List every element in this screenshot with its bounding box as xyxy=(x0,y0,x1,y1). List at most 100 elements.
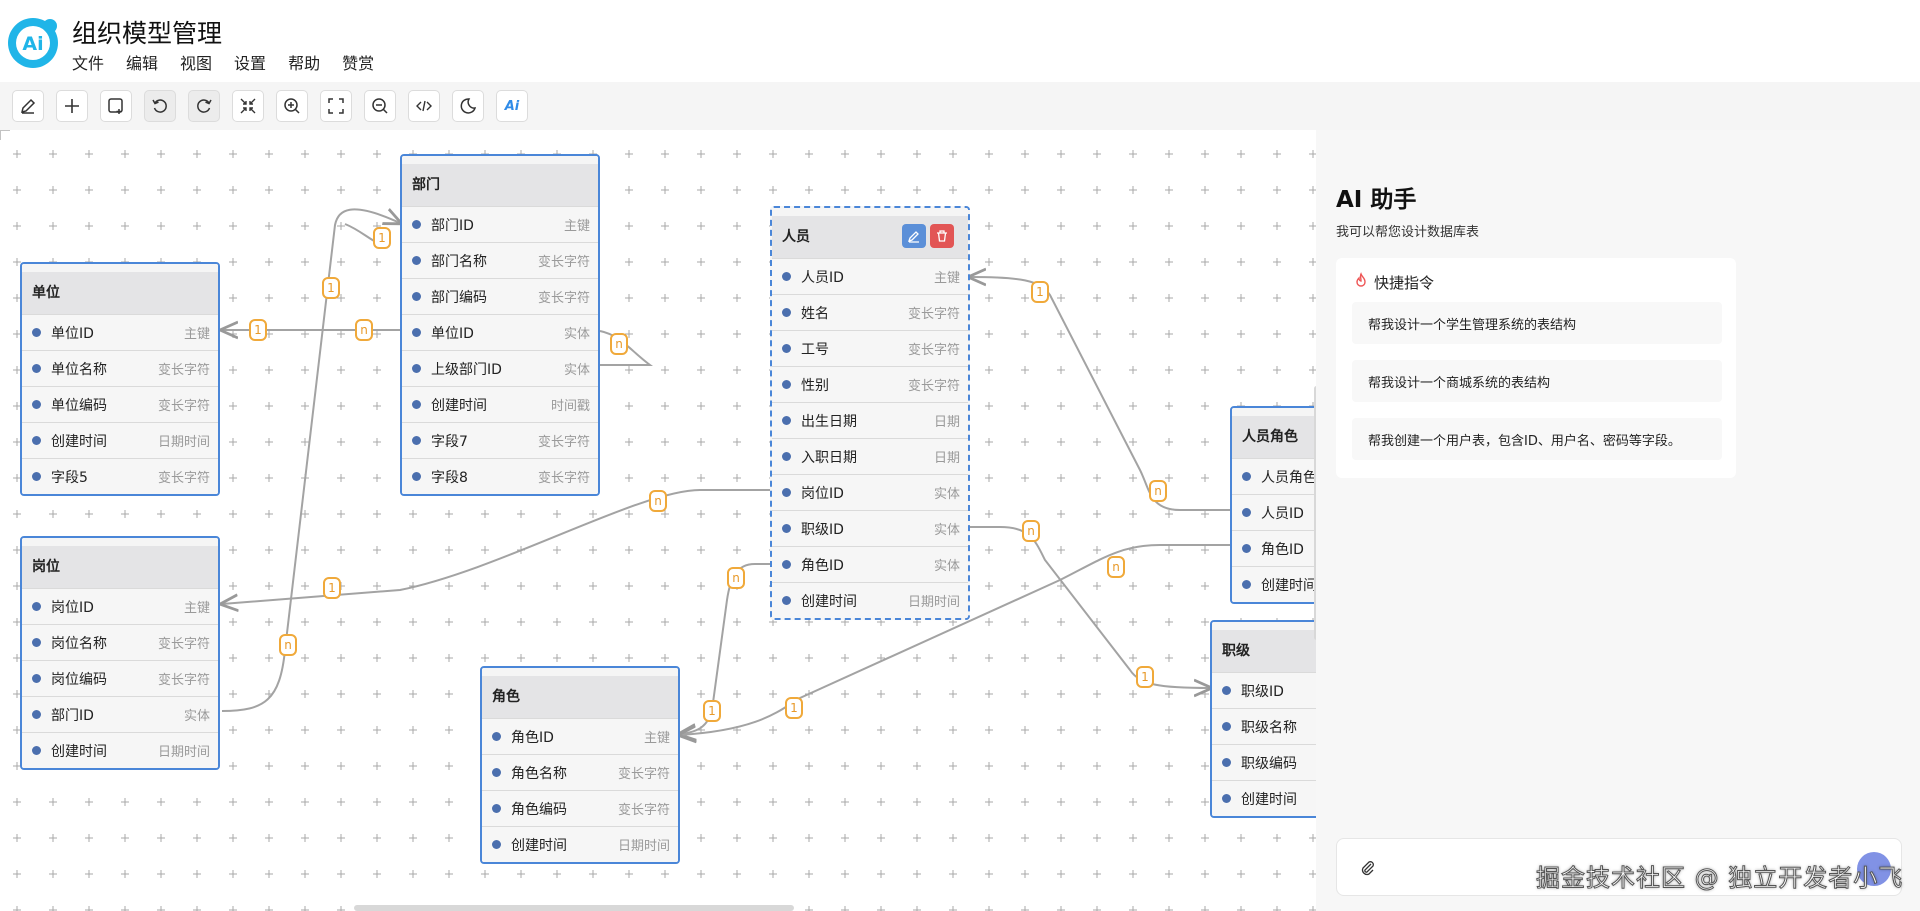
diagram-canvas[interactable]: 1 n 1 1 n n n 1 n 1 1 n n n 1 1 单位 单位ID 主… xyxy=(0,130,1316,911)
field-row[interactable]: 部门名称 变长字符 xyxy=(402,242,598,278)
port-dot[interactable] xyxy=(1222,686,1231,695)
field-row[interactable]: 职级ID xyxy=(1212,672,1316,708)
field-row[interactable]: 岗位名称 变长字符 xyxy=(22,624,218,660)
undo-button[interactable] xyxy=(144,90,176,122)
delete-table-button[interactable] xyxy=(930,224,954,248)
field-row[interactable]: 部门编码 变长字符 xyxy=(402,278,598,314)
field-row[interactable]: 单位ID 主键 xyxy=(22,314,218,350)
field-row[interactable]: 角色ID 主键 xyxy=(482,718,678,754)
port-dot[interactable] xyxy=(412,256,421,265)
field-row[interactable]: 入职日期 日期 xyxy=(772,438,968,474)
horizontal-scrollbar[interactable] xyxy=(354,905,794,911)
port-dot[interactable] xyxy=(32,400,41,409)
table-header[interactable]: 职级 xyxy=(1212,622,1316,672)
table-person[interactable]: 人员 人员ID 主键 姓名 变长字符 工号 变长字符 性别 变长字符 出生日期 日期 入职… xyxy=(770,206,970,620)
code-button[interactable] xyxy=(408,90,440,122)
field-row[interactable]: 创建时间 xyxy=(1232,566,1316,602)
add-button[interactable] xyxy=(56,90,88,122)
port-dot[interactable] xyxy=(1222,794,1231,803)
fit-view-button[interactable] xyxy=(232,90,264,122)
table-person-role[interactable]: 人员角色 人员角色 人员ID 角色ID 创建时间 xyxy=(1230,406,1316,604)
port-dot[interactable] xyxy=(412,220,421,229)
port-dot[interactable] xyxy=(782,416,791,425)
port-dot[interactable] xyxy=(492,840,501,849)
field-row[interactable]: 角色名称 变长字符 xyxy=(482,754,678,790)
table-header[interactable]: 部门 xyxy=(402,156,598,206)
field-row[interactable]: 人员角色 xyxy=(1232,458,1316,494)
table-rank[interactable]: 职级 职级ID 职级名称 职级编码 创建时间 xyxy=(1210,620,1316,818)
field-row[interactable]: 岗位ID 实体 xyxy=(772,474,968,510)
port-dot[interactable] xyxy=(32,436,41,445)
port-dot[interactable] xyxy=(32,710,41,719)
port-dot[interactable] xyxy=(492,768,501,777)
table-header[interactable]: 人员角色 xyxy=(1232,408,1316,458)
redo-button[interactable] xyxy=(188,90,220,122)
port-dot[interactable] xyxy=(32,328,41,337)
port-dot[interactable] xyxy=(492,804,501,813)
field-row[interactable]: 字段5 变长字符 xyxy=(22,458,218,494)
field-row[interactable]: 单位编码 变长字符 xyxy=(22,386,218,422)
zoom-out-button[interactable] xyxy=(364,90,396,122)
port-dot[interactable] xyxy=(782,488,791,497)
field-row[interactable]: 创建时间 日期时间 xyxy=(772,582,968,618)
port-dot[interactable] xyxy=(1242,544,1251,553)
port-dot[interactable] xyxy=(32,746,41,755)
menu-view[interactable]: 视图 xyxy=(180,50,212,74)
field-row[interactable]: 角色编码 变长字符 xyxy=(482,790,678,826)
field-row[interactable]: 工号 变长字符 xyxy=(772,330,968,366)
port-dot[interactable] xyxy=(782,308,791,317)
field-row[interactable]: 单位ID 实体 xyxy=(402,314,598,350)
field-row[interactable]: 上级部门ID 实体 xyxy=(402,350,598,386)
add-table-button[interactable] xyxy=(100,90,132,122)
menu-file[interactable]: 文件 xyxy=(72,50,104,74)
port-dot[interactable] xyxy=(412,400,421,409)
quick-command-item[interactable]: 帮我设计一个商城系统的表结构 xyxy=(1352,360,1722,402)
port-dot[interactable] xyxy=(1222,758,1231,767)
field-row[interactable]: 创建时间 日期时间 xyxy=(22,422,218,458)
zoom-in-button[interactable] xyxy=(276,90,308,122)
table-header[interactable]: 人员 xyxy=(772,208,968,258)
table-post[interactable]: 岗位 岗位ID 主键 岗位名称 变长字符 岗位编码 变长字符 部门ID 实体 创建时间日… xyxy=(20,536,220,770)
table-header[interactable]: 角色 xyxy=(482,668,678,718)
edit-button[interactable] xyxy=(12,90,44,122)
field-row[interactable]: 创建时间 日期时间 xyxy=(482,826,678,862)
field-row[interactable]: 单位名称 变长字符 xyxy=(22,350,218,386)
port-dot[interactable] xyxy=(492,732,501,741)
port-dot[interactable] xyxy=(412,472,421,481)
port-dot[interactable] xyxy=(782,524,791,533)
field-row[interactable]: 角色ID 实体 xyxy=(772,546,968,582)
port-dot[interactable] xyxy=(1242,508,1251,517)
port-dot[interactable] xyxy=(412,328,421,337)
port-dot[interactable] xyxy=(32,472,41,481)
ai-button[interactable]: Ai xyxy=(496,90,528,122)
field-row[interactable]: 字段7 变长字符 xyxy=(402,422,598,458)
table-header[interactable]: 岗位 xyxy=(22,538,218,588)
table-role[interactable]: 角色 角色ID 主键 角色名称 变长字符 角色编码 变长字符 创建时间 日期时间 xyxy=(480,666,680,864)
field-row[interactable]: 创建时间 时间戳 xyxy=(402,386,598,422)
field-row[interactable]: 部门ID 实体 xyxy=(22,696,218,732)
field-row[interactable]: 职级ID 实体 xyxy=(772,510,968,546)
field-row[interactable]: 职级编码 xyxy=(1212,744,1316,780)
port-dot[interactable] xyxy=(782,452,791,461)
port-dot[interactable] xyxy=(1242,472,1251,481)
port-dot[interactable] xyxy=(1222,722,1231,731)
table-header[interactable]: 单位 xyxy=(22,264,218,314)
port-dot[interactable] xyxy=(782,272,791,281)
port-dot[interactable] xyxy=(32,364,41,373)
field-row[interactable]: 岗位ID 主键 xyxy=(22,588,218,624)
port-dot[interactable] xyxy=(782,560,791,569)
dark-mode-button[interactable] xyxy=(452,90,484,122)
field-row[interactable]: 出生日期 日期 xyxy=(772,402,968,438)
port-dot[interactable] xyxy=(412,364,421,373)
menu-edit[interactable]: 编辑 xyxy=(126,50,158,74)
field-row[interactable]: 岗位编码 变长字符 xyxy=(22,660,218,696)
field-row[interactable]: 职级名称 xyxy=(1212,708,1316,744)
quick-command-item[interactable]: 帮我创建一个用户表，包含ID、用户名、密码等字段。 xyxy=(1352,418,1722,460)
port-dot[interactable] xyxy=(32,674,41,683)
port-dot[interactable] xyxy=(782,380,791,389)
field-row[interactable]: 姓名 变长字符 xyxy=(772,294,968,330)
attachment-icon[interactable] xyxy=(1359,859,1377,877)
field-row[interactable]: 字段8 变长字符 xyxy=(402,458,598,494)
table-unit[interactable]: 单位 单位ID 主键 单位名称 变长字符 单位编码 变长字符 创建时间 日期时间 字段5… xyxy=(20,262,220,496)
field-row[interactable]: 创建时间 xyxy=(1212,780,1316,816)
